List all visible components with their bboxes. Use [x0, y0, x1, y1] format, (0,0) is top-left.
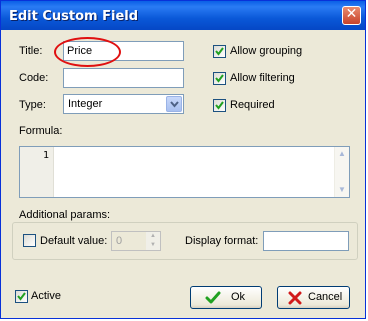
- required-checkbox[interactable]: [213, 99, 226, 112]
- spin-down-icon[interactable]: ▼: [146, 241, 160, 250]
- scroll-down-icon[interactable]: ▼: [336, 184, 348, 196]
- code-input[interactable]: [63, 68, 184, 88]
- allow-filtering-label: Allow filtering: [230, 72, 295, 84]
- spinner-buttons[interactable]: ▲ ▼: [146, 232, 160, 250]
- required-label: Required: [230, 99, 275, 111]
- line-number-gutter: 1: [20, 147, 54, 197]
- close-button[interactable]: ✕: [342, 6, 361, 25]
- cancel-button-label: Cancel: [308, 291, 343, 303]
- active-checkbox[interactable]: [15, 290, 28, 303]
- formula-editor[interactable]: 1 ▲ ▼: [19, 146, 350, 198]
- default-value-text: 0: [116, 235, 123, 247]
- scroll-up-icon[interactable]: ▲: [336, 148, 348, 160]
- line-number: 1: [42, 150, 49, 161]
- ok-button[interactable]: Ok: [190, 286, 262, 309]
- ok-button-label: Ok: [231, 291, 246, 303]
- checkmark-icon: [205, 291, 221, 304]
- dialog-title: Edit Custom Field: [9, 9, 139, 24]
- spin-up-icon[interactable]: ▲: [146, 232, 160, 241]
- title-label: Title:: [19, 45, 43, 57]
- formula-label: Formula:: [19, 125, 63, 137]
- type-label: Type:: [19, 99, 46, 111]
- chevron-down-icon[interactable]: [166, 96, 182, 112]
- allow-grouping-checkbox[interactable]: [213, 45, 226, 58]
- formula-scrollbar[interactable]: ▲ ▼: [334, 147, 349, 197]
- type-select[interactable]: Integer: [63, 94, 184, 114]
- code-label: Code:: [19, 72, 49, 84]
- display-format-input[interactable]: [263, 231, 349, 251]
- active-label: Active: [31, 290, 61, 302]
- additional-params-label: Additional params:: [19, 209, 111, 221]
- default-value-checkbox[interactable]: [23, 234, 36, 247]
- cancel-button[interactable]: Cancel: [277, 286, 350, 309]
- type-select-value: Integer: [68, 98, 103, 110]
- allow-grouping-label: Allow grouping: [230, 45, 303, 57]
- edit-custom-field-dialog: Edit Custom Field ✕ Title: Price Code: T…: [0, 0, 366, 319]
- close-icon: ✕: [345, 6, 358, 22]
- default-value-spinner[interactable]: 0 ▲ ▼: [111, 231, 161, 251]
- highlight-annotation: [54, 37, 121, 67]
- title-bar[interactable]: Edit Custom Field ✕: [1, 1, 365, 30]
- allow-filtering-checkbox[interactable]: [213, 72, 226, 85]
- default-value-label: Default value:: [40, 235, 108, 247]
- display-format-label: Display format:: [185, 235, 259, 247]
- cancel-x-icon: [288, 291, 302, 305]
